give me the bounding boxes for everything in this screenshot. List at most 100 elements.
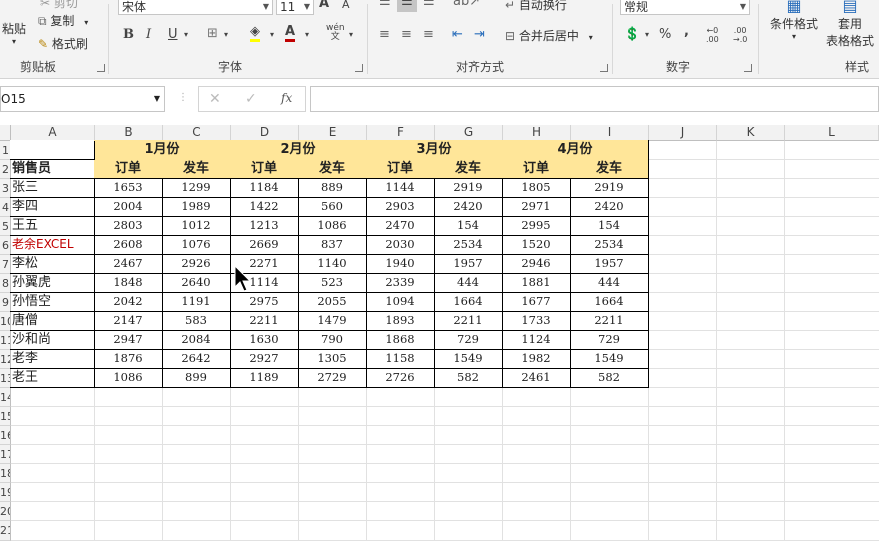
data-cell[interactable]: 837 (298, 235, 367, 255)
data-cell[interactable]: 1189 (230, 368, 299, 388)
data-cell[interactable]: 1549 (570, 349, 649, 369)
data-cell[interactable]: 1940 (366, 254, 435, 274)
number-launcher-icon[interactable] (744, 64, 752, 72)
data-cell[interactable]: 1305 (298, 349, 367, 369)
data-cell[interactable]: 1677 (502, 292, 571, 312)
percent-style-button[interactable]: % (659, 27, 671, 42)
data-cell[interactable]: 1076 (162, 235, 231, 255)
data-cell[interactable]: 1630 (230, 330, 299, 350)
data-cell[interactable]: 1957 (434, 254, 503, 274)
format-painter-button[interactable]: ✎ 格式刷 (38, 35, 88, 52)
data-cell[interactable]: 2461 (502, 368, 571, 388)
data-cell[interactable]: 2055 (298, 292, 367, 312)
row-header-14[interactable]: 14 (0, 388, 11, 407)
data-cell[interactable]: 2534 (570, 235, 649, 255)
data-cell[interactable]: 583 (162, 311, 231, 331)
copy-button[interactable]: ⧉ 复制 ▾ (38, 12, 88, 29)
wrap-text-button[interactable]: ↵ 自动换行 (505, 0, 567, 13)
data-cell[interactable]: 2926 (162, 254, 231, 274)
underline-button[interactable]: U (168, 27, 178, 42)
row-header-19[interactable]: 19 (0, 483, 11, 502)
sub-header[interactable]: 发车 (298, 159, 367, 179)
data-cell[interactable]: 1140 (298, 254, 367, 274)
data-cell[interactable]: 1876 (94, 349, 163, 369)
align-right-icon[interactable]: ≡ (423, 27, 434, 42)
data-cell[interactable]: 154 (434, 216, 503, 236)
borders-dropdown-icon[interactable]: ▾ (224, 30, 228, 39)
copy-dropdown-icon[interactable]: ▾ (84, 18, 88, 27)
column-header-f[interactable]: F (367, 125, 435, 141)
conditional-formatting-button[interactable]: ▦ 条件格式 ▾ (768, 0, 820, 41)
data-cell[interactable]: 1881 (502, 273, 571, 293)
column-header-g[interactable]: G (435, 125, 503, 141)
number-format-combo[interactable]: 常规 ▼ (620, 0, 750, 15)
data-cell[interactable]: 1299 (162, 178, 231, 198)
data-cell[interactable]: 2971 (502, 197, 571, 217)
increase-decimal-icon[interactable]: ←0.00 (706, 26, 719, 44)
data-cell[interactable]: 1191 (162, 292, 231, 312)
data-cell[interactable]: 1012 (162, 216, 231, 236)
data-cell[interactable]: 2803 (94, 216, 163, 236)
row-header-16[interactable]: 16 (0, 426, 11, 445)
data-cell[interactable]: 2669 (230, 235, 299, 255)
paste-button[interactable]: 粘贴 ▾ (2, 20, 26, 46)
align-middle-icon[interactable]: ☰ (397, 0, 417, 12)
data-cell[interactable]: 1805 (502, 178, 571, 198)
data-cell[interactable]: 1094 (366, 292, 435, 312)
name-box[interactable]: O15 ▼ (0, 86, 165, 112)
borders-icon[interactable]: ⊞ (207, 26, 218, 41)
data-cell[interactable]: 2947 (94, 330, 163, 350)
sub-header[interactable]: 订单 (366, 159, 435, 179)
data-cell[interactable]: 1868 (366, 330, 435, 350)
data-cell[interactable]: 1422 (230, 197, 299, 217)
data-cell[interactable]: 2608 (94, 235, 163, 255)
font-size-combo[interactable]: 11 ▼ (276, 0, 314, 15)
data-cell[interactable]: 2339 (366, 273, 435, 293)
font-color-dropdown-icon[interactable]: ▾ (305, 30, 309, 39)
data-cell[interactable]: 1086 (298, 216, 367, 236)
data-cell[interactable]: 899 (162, 368, 231, 388)
comma-style-button[interactable]: , (684, 24, 689, 39)
month-header[interactable]: 1月份 (94, 140, 231, 160)
column-header-e[interactable]: E (299, 125, 367, 141)
data-cell[interactable]: 2995 (502, 216, 571, 236)
data-cell[interactable]: 1989 (162, 197, 231, 217)
data-cell[interactable]: 444 (434, 273, 503, 293)
column-header-h[interactable]: H (503, 125, 571, 141)
data-cell[interactable]: 889 (298, 178, 367, 198)
decrease-indent-icon[interactable]: ⇤ (452, 27, 463, 42)
grow-font-button[interactable]: A (319, 0, 329, 11)
font-color-icon[interactable]: A (285, 25, 296, 42)
name-column-header[interactable]: 销售员 (10, 159, 95, 179)
cancel-icon[interactable]: ✕ (209, 91, 221, 107)
sub-header[interactable]: 发车 (570, 159, 649, 179)
data-cell[interactable]: 1982 (502, 349, 571, 369)
paste-dropdown-icon[interactable]: ▾ (2, 37, 26, 46)
data-cell[interactable]: 1479 (298, 311, 367, 331)
salesperson-name-cell[interactable]: 沙和尚 (10, 330, 95, 350)
month-header[interactable]: 2月份 (230, 140, 367, 160)
format-as-table-button[interactable]: ▤ 套用 表格格式 (822, 0, 878, 49)
data-cell[interactable]: 2420 (570, 197, 649, 217)
row-header-21[interactable]: 21 (0, 521, 11, 541)
select-all-corner[interactable] (0, 125, 11, 141)
accounting-format-icon[interactable]: 💲 (624, 27, 640, 42)
bold-button[interactable]: B (123, 27, 134, 42)
data-cell[interactable]: 2084 (162, 330, 231, 350)
salesperson-name-cell[interactable]: 老王 (10, 368, 95, 388)
data-cell[interactable]: 790 (298, 330, 367, 350)
decrease-decimal-icon[interactable]: .00 →.0 (733, 26, 747, 44)
data-cell[interactable]: 1158 (366, 349, 435, 369)
month-header[interactable]: 3月份 (366, 140, 503, 160)
data-cell[interactable]: 1520 (502, 235, 571, 255)
sub-header[interactable]: 订单 (230, 159, 299, 179)
data-cell[interactable]: 2640 (162, 273, 231, 293)
salesperson-name-cell[interactable]: 孙翼虎 (10, 273, 95, 293)
data-cell[interactable]: 582 (434, 368, 503, 388)
merge-center-button[interactable]: ⊟ 合并后居中 ▾ (505, 27, 593, 44)
worksheet-grid[interactable]: ABCDEFGHIJKL1234567891011121314151617181… (0, 125, 879, 541)
salesperson-name-cell[interactable]: 王五 (10, 216, 95, 236)
column-header-b[interactable]: B (95, 125, 163, 141)
merge-dropdown-icon[interactable]: ▾ (589, 33, 593, 42)
align-left-icon[interactable]: ≡ (379, 27, 390, 42)
